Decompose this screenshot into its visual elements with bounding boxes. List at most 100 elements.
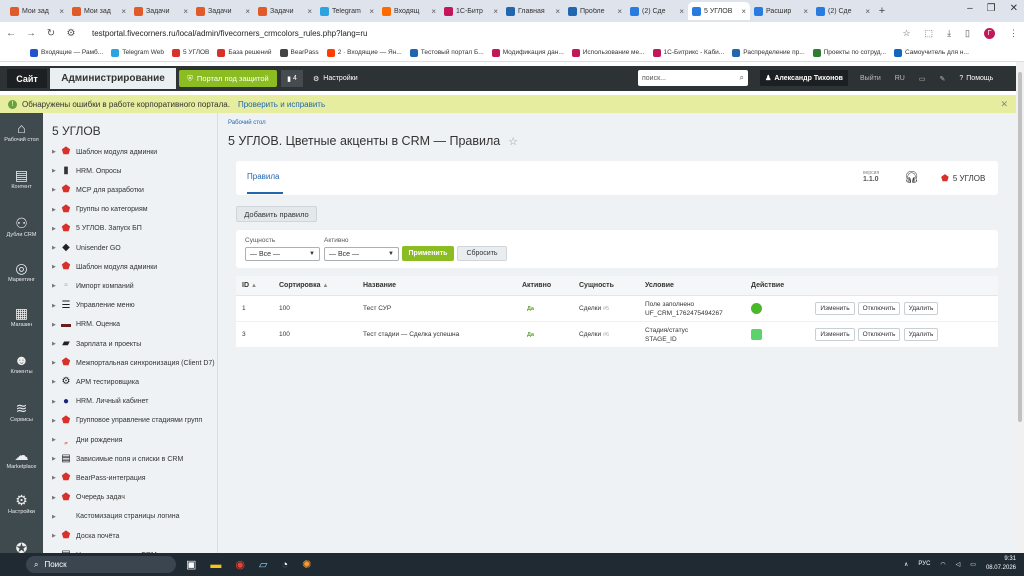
tab-close-icon[interactable]: × <box>617 7 622 16</box>
edit-button[interactable]: Изменить <box>815 328 855 341</box>
expand-arrow-icon[interactable]: ▶ <box>52 187 56 193</box>
bookmark-item[interactable]: Telegram Web <box>111 48 164 57</box>
tab-close-icon[interactable]: × <box>307 7 312 16</box>
app-icon[interactable]: ✺ <box>302 558 311 571</box>
taskbar-search[interactable]: ⌕ Поиск <box>26 556 176 573</box>
tab-close-icon[interactable]: × <box>183 7 188 16</box>
maximize-icon[interactable]: ❐ <box>987 3 996 14</box>
administration-button[interactable]: Администрирование <box>50 68 176 89</box>
menu-section-target[interactable]: ◎ Маркетинг <box>0 261 43 283</box>
table-row[interactable]: 3 100 Тест стадии — Сделка успешна Да Сделки… <box>236 322 998 348</box>
browser-menu-icon[interactable]: ⋮ <box>1009 28 1018 39</box>
tree-item[interactable]: ▶ ⬟ Шаблон модуля админки <box>52 260 157 274</box>
tree-item[interactable]: ▶ ▤ Зависимые поля и списки в CRM <box>52 452 183 466</box>
bookmark-item[interactable]: Распределение пр... <box>732 48 805 57</box>
bookmark-item[interactable]: BearPass <box>279 48 319 57</box>
col-sort[interactable]: Сортировка ▲ <box>279 282 328 289</box>
page-scrollbar[interactable] <box>1016 62 1024 553</box>
volume-icon[interactable]: ◁ <box>956 561 961 568</box>
bookmark-item[interactable]: 5 УГЛОВ <box>172 48 209 57</box>
tree-item[interactable]: ▶ ⬟ Групповое управление стадиями групп <box>52 414 202 428</box>
logout-link[interactable]: Выйти <box>860 75 881 82</box>
tree-item[interactable]: ▶ Кастомизация страницы логина <box>52 510 180 524</box>
menu-section-document[interactable]: ▤ Контент <box>0 168 43 190</box>
profile-avatar[interactable]: Г <box>984 27 995 39</box>
expand-arrow-icon[interactable]: ▶ <box>52 264 56 270</box>
user-button[interactable]: ♟ Александр Тихонов <box>760 70 848 86</box>
col-id[interactable]: ID ▲ <box>242 282 257 289</box>
wifi-icon[interactable]: ◠ <box>940 561 945 568</box>
tab-close-icon[interactable]: × <box>493 7 498 16</box>
browser-tab[interactable]: (2) Сде × <box>626 2 688 20</box>
window-icon[interactable]: ▭ <box>919 75 926 83</box>
new-tab-button[interactable]: + <box>874 5 890 17</box>
expand-arrow-icon[interactable]: ▶ <box>52 514 56 520</box>
active-filter-select[interactable]: — Все — ▼ <box>324 247 399 261</box>
site-button[interactable]: Сайт <box>7 69 47 88</box>
close-window-icon[interactable]: ✕ <box>1010 3 1018 14</box>
bookmark-item[interactable]: 2 · Входящие — Ян... <box>326 48 402 57</box>
menu-section-clients[interactable]: ☻ Клиенты <box>0 353 43 375</box>
support-headset-icon[interactable]: 🎧︎ <box>904 170 919 184</box>
browser-tab[interactable]: Мои зад × <box>68 2 130 20</box>
col-condition[interactable]: Условие <box>645 282 674 289</box>
edit-button[interactable]: Изменить <box>815 302 855 315</box>
expand-arrow-icon[interactable]: ▶ <box>52 360 56 366</box>
pin-icon[interactable]: ✎ <box>939 75 945 83</box>
expand-arrow-icon[interactable]: ▶ <box>52 379 56 385</box>
bookmark-item[interactable]: Модификация дан... <box>491 48 564 57</box>
help-button[interactable]: ? Помощь <box>959 75 993 82</box>
taskbar-clock[interactable]: 9:31 08.07.2026 <box>986 555 1016 573</box>
tab-close-icon[interactable]: × <box>555 7 560 16</box>
fix-errors-link[interactable]: Проверить и исправить <box>238 100 325 109</box>
expand-arrow-icon[interactable]: ▶ <box>52 456 56 462</box>
expand-arrow-icon[interactable]: ▶ <box>52 437 56 443</box>
close-icon[interactable]: ✕ <box>1000 99 1008 110</box>
menu-section-people[interactable]: ⚇ Дубли CRM <box>0 216 43 238</box>
reload-icon[interactable]: ↻ <box>46 28 56 39</box>
expand-arrow-icon[interactable]: ▶ <box>52 322 56 328</box>
extensions-icon[interactable]: ⬚ <box>925 28 934 39</box>
bookmark-star-icon[interactable]: ☆ <box>902 28 910 39</box>
col-entity[interactable]: Сущность <box>579 282 614 289</box>
browser-tab[interactable]: (2) Сде × <box>812 2 874 20</box>
menu-section-home[interactable]: ⌂ Рабочий стол <box>0 121 43 143</box>
bookmark-item[interactable]: Проекты по сотруд... <box>812 48 886 57</box>
browser-tab[interactable]: Задачи × <box>254 2 316 20</box>
expand-arrow-icon[interactable]: ▶ <box>52 303 56 309</box>
browser-tab[interactable]: 5 УГЛОВ × <box>688 2 750 20</box>
tree-item[interactable]: ▶ ▰ Зарплата и проекты <box>52 337 141 351</box>
tree-item[interactable]: ▶ ⬟ Очередь задач <box>52 491 125 505</box>
clock-app-icon[interactable]: ◔ <box>281 559 288 571</box>
disable-button[interactable]: Отключить <box>858 328 900 341</box>
expand-arrow-icon[interactable]: ▶ <box>52 399 56 405</box>
tab-close-icon[interactable]: × <box>245 7 250 16</box>
tab-close-icon[interactable]: × <box>679 7 684 16</box>
notepad-icon[interactable]: ▱ <box>259 558 267 571</box>
browser-tab[interactable]: Входящ × <box>378 2 440 20</box>
browser-tab[interactable]: 1С-Битр × <box>440 2 502 20</box>
expand-arrow-icon[interactable]: ▶ <box>52 475 56 481</box>
notifications-button[interactable]: ▮ 4 <box>281 70 303 87</box>
menu-section-cloud-download[interactable]: ☁ Marketplace <box>0 448 43 470</box>
tree-item[interactable]: ▶ ☰ Управление меню <box>52 299 135 313</box>
search-icon[interactable]: ⌕ <box>740 73 744 83</box>
scrollbar-thumb[interactable] <box>1018 72 1022 422</box>
tree-item[interactable]: ▶ ▮ HRM. Опросы <box>52 164 121 178</box>
tree-item[interactable]: ▶ ﹴ Дни рождения <box>52 433 122 447</box>
expand-arrow-icon[interactable]: ▶ <box>52 533 56 539</box>
expand-arrow-icon[interactable]: ▶ <box>52 149 56 155</box>
bookmark-item[interactable]: Самоучитель для н... <box>894 48 969 57</box>
menu-section-cart[interactable]: ▦ Магазин <box>0 306 43 328</box>
favorite-star-icon[interactable]: ☆ <box>508 135 518 148</box>
chrome-icon[interactable]: ◉ <box>235 558 245 571</box>
table-row[interactable]: 1 100 Тест СУР Да Сделки #5 Поле заполнено UF_… <box>236 296 998 322</box>
tab-close-icon[interactable]: × <box>803 7 808 16</box>
bookmark-item[interactable]: Входящие — Рамб... <box>30 48 103 57</box>
tree-item[interactable]: ▶ ⚙ АРМ тестировщика <box>52 375 139 389</box>
expand-arrow-icon[interactable]: ▶ <box>52 245 56 251</box>
delete-button[interactable]: Удалить <box>904 302 938 315</box>
reset-filter-button[interactable]: Сбросить <box>457 246 507 261</box>
expand-arrow-icon[interactable]: ▶ <box>52 341 56 347</box>
tree-item[interactable]: ▶ ⬟ Группы по категориям <box>52 203 148 217</box>
